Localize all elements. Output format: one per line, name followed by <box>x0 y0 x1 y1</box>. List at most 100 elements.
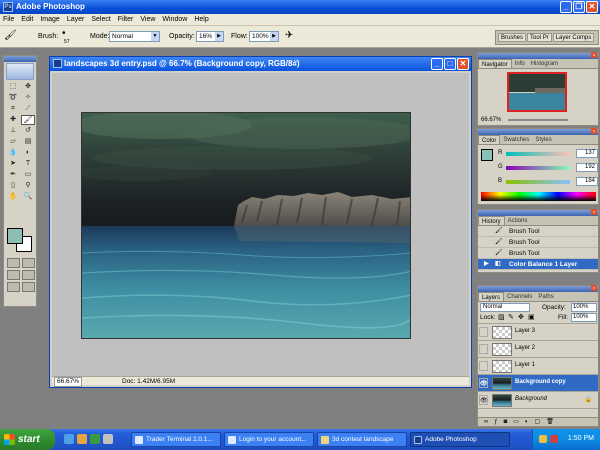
color-panel-title-bar[interactable]: x <box>478 128 598 135</box>
start-button[interactable]: start <box>0 429 55 450</box>
clock[interactable]: 1:50 PM <box>568 435 594 442</box>
taskbar-item-photoshop[interactable]: Adobe Photoshop <box>410 432 510 447</box>
history-item[interactable]: 🖌 Brush Tool <box>478 226 598 237</box>
menu-layer[interactable]: Layer <box>67 16 85 23</box>
foreground-color-swatch[interactable] <box>7 228 23 244</box>
layer-visibility-toggle[interactable] <box>479 361 488 371</box>
tab-info[interactable]: Info <box>512 59 528 68</box>
lock-all-icon[interactable]: ▣ <box>528 313 535 321</box>
blur-tool-icon[interactable]: 💧 <box>6 148 20 158</box>
document-size-info[interactable]: Doc: 1.42M/6.95M <box>122 377 175 386</box>
color-spectrum-bar[interactable] <box>481 192 596 201</box>
standard-mode-button[interactable] <box>7 258 20 268</box>
blue-value-input[interactable]: 184 <box>576 177 598 186</box>
close-icon[interactable]: x <box>591 209 597 215</box>
layer-style-icon[interactable]: ƒ <box>494 418 497 426</box>
landscape-image[interactable] <box>82 113 411 339</box>
image-canvas[interactable] <box>81 112 411 339</box>
notes-tool-icon[interactable]: ▯ <box>6 181 20 191</box>
zoom-tool-icon[interactable]: 🔍 <box>21 192 35 202</box>
close-icon[interactable]: x <box>591 128 597 134</box>
lock-pixels-icon[interactable]: ✎ <box>508 313 514 321</box>
adobe-online-logo[interactable] <box>6 63 34 80</box>
well-tab-tool-presets[interactable]: Tool Pr <box>527 33 552 42</box>
layer-row[interactable]: Layer 2 <box>478 341 598 358</box>
eyedropper-tool-icon[interactable]: ⚲ <box>21 181 35 191</box>
tray-icon[interactable] <box>539 435 547 443</box>
green-slider[interactable] <box>506 166 570 170</box>
full-screen-menu-mode-button[interactable] <box>7 282 20 292</box>
layer-row[interactable]: 👁 Background 🔒 <box>478 392 598 409</box>
layer-row-selected[interactable]: 👁 Background copy <box>478 375 598 392</box>
new-layer-icon[interactable]: ▢ <box>535 418 541 426</box>
eye-icon[interactable]: 👁 <box>479 395 488 405</box>
eye-icon[interactable]: 👁 <box>479 378 488 388</box>
healing-brush-tool-icon[interactable]: ✚ <box>6 115 20 125</box>
path-selection-tool-icon[interactable]: ➤ <box>6 159 20 169</box>
eraser-tool-icon[interactable]: ▱ <box>6 137 20 147</box>
history-item[interactable]: 🖌 Brush Tool <box>478 248 598 259</box>
menu-window[interactable]: Window <box>162 16 187 23</box>
tab-navigator[interactable]: Navigator <box>478 59 512 68</box>
brush-tip-icon[interactable]: • <box>62 28 66 39</box>
move-tool-icon[interactable]: ✥ <box>21 82 35 92</box>
standard-screen-mode-button[interactable] <box>7 270 20 280</box>
jump-to-imageready-button[interactable] <box>22 282 35 292</box>
tab-history[interactable]: History <box>478 216 505 225</box>
document-maximize-button[interactable]: □ <box>444 58 456 70</box>
red-value-input[interactable]: 137 <box>576 149 598 158</box>
tray-icon[interactable] <box>550 435 558 443</box>
airbrush-icon[interactable]: ✈ <box>285 30 293 41</box>
blend-mode-select[interactable]: Normal <box>480 303 530 312</box>
full-screen-mode-button[interactable] <box>22 270 35 280</box>
navigator-panel-title-bar[interactable]: x <box>478 52 598 59</box>
close-icon[interactable]: x <box>591 52 597 58</box>
marquee-tool-icon[interactable]: ⬚ <box>6 82 20 92</box>
fill-input[interactable]: 100% <box>571 313 597 322</box>
tab-actions[interactable]: Actions <box>505 216 531 225</box>
gradient-tool-icon[interactable]: ▤ <box>21 137 35 147</box>
history-brush-tool-icon[interactable]: ↺ <box>21 126 35 136</box>
tab-histogram[interactable]: Histogram <box>528 59 561 68</box>
taskbar-item-trader-terminal[interactable]: Trader Terminal 2.0.1... <box>131 432 221 447</box>
history-panel-title-bar[interactable]: x <box>478 209 598 216</box>
green-value-input[interactable]: 192 <box>576 163 598 172</box>
quick-launch-icon[interactable] <box>77 434 87 444</box>
color-panel-foreground-swatch[interactable] <box>481 149 493 161</box>
clone-stamp-tool-icon[interactable]: ⊥ <box>6 126 20 136</box>
tab-styles[interactable]: Styles <box>532 135 554 144</box>
blue-slider[interactable] <box>506 180 570 184</box>
layer-set-icon[interactable]: ▭ <box>513 418 519 426</box>
menu-view[interactable]: View <box>140 16 155 23</box>
dodge-tool-icon[interactable]: ◐ <box>21 148 35 158</box>
minimize-button[interactable]: _ <box>560 1 572 13</box>
document-zoom-field[interactable]: 66.67% <box>54 377 83 387</box>
navigator-zoom-slider[interactable] <box>508 119 568 121</box>
well-tab-brushes[interactable]: Brushes <box>498 33 527 42</box>
mode-select[interactable]: Normal ▼ <box>109 31 160 42</box>
trash-icon[interactable]: 🗑 <box>546 418 554 426</box>
quick-launch-icon[interactable] <box>90 434 100 444</box>
link-layers-icon[interactable]: ∞ <box>484 418 488 426</box>
history-item-selected[interactable]: ▶ ◧ Color Balance 1 Layer <box>478 259 598 270</box>
layer-visibility-toggle[interactable] <box>479 344 488 354</box>
slice-tool-icon[interactable]: ⟋ <box>21 104 35 114</box>
well-tab-layer-comps[interactable]: Layer Comps <box>552 33 595 42</box>
taskbar-item-browser[interactable]: Login to your account... <box>224 432 314 447</box>
history-state-slider-icon[interactable]: ▶ <box>484 260 492 268</box>
pen-tool-icon[interactable]: ✒ <box>6 170 20 180</box>
magic-wand-tool-icon[interactable]: ✧ <box>21 93 35 103</box>
menu-edit[interactable]: Edit <box>21 16 33 23</box>
quick-mask-mode-button[interactable] <box>22 258 35 268</box>
menu-filter[interactable]: Filter <box>118 16 134 23</box>
history-item[interactable]: 🖌 Brush Tool <box>478 237 598 248</box>
menu-image[interactable]: Image <box>40 16 59 23</box>
navigator-thumbnail[interactable] <box>507 72 567 112</box>
close-button[interactable]: ✕ <box>586 1 598 13</box>
close-icon[interactable]: x <box>591 285 597 291</box>
layer-visibility-toggle[interactable] <box>479 327 488 337</box>
menu-help[interactable]: Help <box>194 16 208 23</box>
document-pasteboard[interactable] <box>52 73 469 377</box>
shape-tool-icon[interactable]: ▭ <box>21 170 35 180</box>
layer-row[interactable]: Layer 3 <box>478 324 598 341</box>
